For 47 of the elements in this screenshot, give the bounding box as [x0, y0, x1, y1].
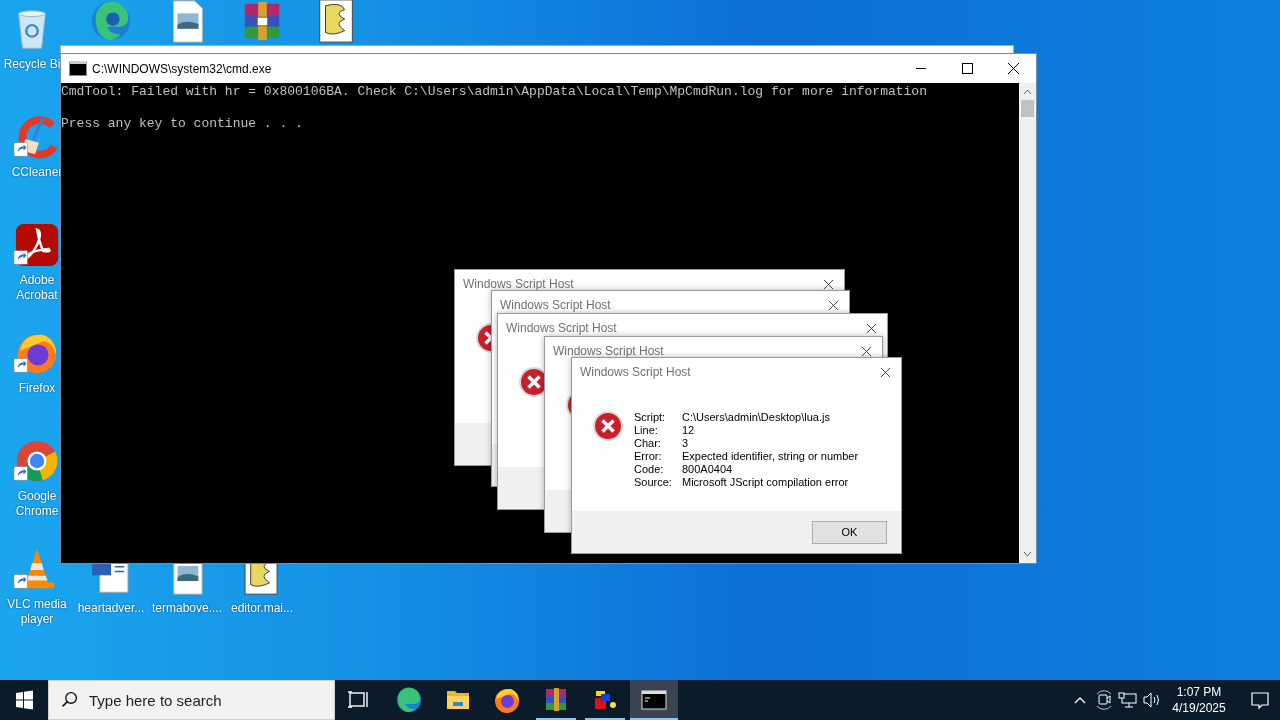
dialog-title: Windows Script Host — [463, 277, 575, 291]
field-label: Char: — [634, 437, 662, 450]
close-button[interactable] — [828, 299, 839, 311]
broom-c-icon[interactable] — [14, 114, 60, 160]
console-text: CmdTool: Failed with hr = 0x800106BA. Check C:\Users\admin\AppData\Local\Temp\MpCmdRun.log for more information — [61, 84, 928, 100]
clock[interactable]: 1:07 PM 4/19/2025 — [1164, 680, 1234, 720]
console-text: Press any key to continue . . . — [61, 116, 304, 132]
dialog-title: Windows Script Host — [500, 298, 612, 312]
console-icon[interactable] — [630, 680, 678, 720]
icon-label: Adobe Acrobat — [15, 273, 59, 303]
window-title: C:\WINDOWS\system32\cmd.exe — [92, 61, 273, 76]
icon-label: termabove.... — [152, 601, 222, 616]
close-button[interactable] — [880, 366, 891, 378]
icon-label: Google Chrome — [14, 489, 60, 519]
field-label: Source: — [634, 476, 673, 489]
dialog-title: Windows Script Host — [553, 344, 665, 358]
icon-label: VLC media player — [6, 597, 68, 627]
icon-label: editor.mai... — [230, 601, 294, 616]
dialog-title: Windows Script Host — [506, 321, 618, 335]
search-field[interactable]: Type here to search — [48, 680, 335, 720]
field-label: Error: — [634, 450, 663, 463]
field-value: 12 — [682, 424, 696, 437]
field-value: C:\Users\admin\Desktop\lua.js — [682, 411, 831, 424]
close-button[interactable] — [861, 345, 872, 357]
field-value: 3 — [682, 437, 690, 450]
icon-label: heartadver... — [76, 601, 146, 616]
field-label: Line: — [634, 424, 659, 437]
icon-label: Firefox — [17, 381, 57, 396]
field-label: Script: — [634, 411, 667, 424]
close-button[interactable] — [823, 278, 834, 290]
error-icon — [592, 410, 624, 442]
field-value: Expected identifier, string or number — [682, 450, 859, 463]
scrollbar[interactable] — [1019, 83, 1036, 563]
icon-label: CCleaner — [10, 165, 64, 180]
field-label: Code: — [634, 463, 665, 476]
chrome-ball-icon[interactable] — [14, 438, 60, 484]
field-value: 800A0404 — [682, 463, 734, 476]
clock-date: 4/19/2025 — [1172, 700, 1226, 716]
icon-label: Recycle Bi — [2, 57, 62, 72]
ok-button[interactable]: OK — [812, 520, 887, 544]
clock-time: 1:07 PM — [1176, 684, 1222, 700]
console-icon — [69, 61, 87, 76]
field-value: Microsoft JScript compilation error — [682, 476, 850, 489]
close-button[interactable] — [866, 322, 877, 334]
pdf-app-icon[interactable] — [14, 222, 60, 268]
dialog-title: Windows Script Host — [580, 365, 692, 379]
search-icon — [61, 691, 78, 708]
